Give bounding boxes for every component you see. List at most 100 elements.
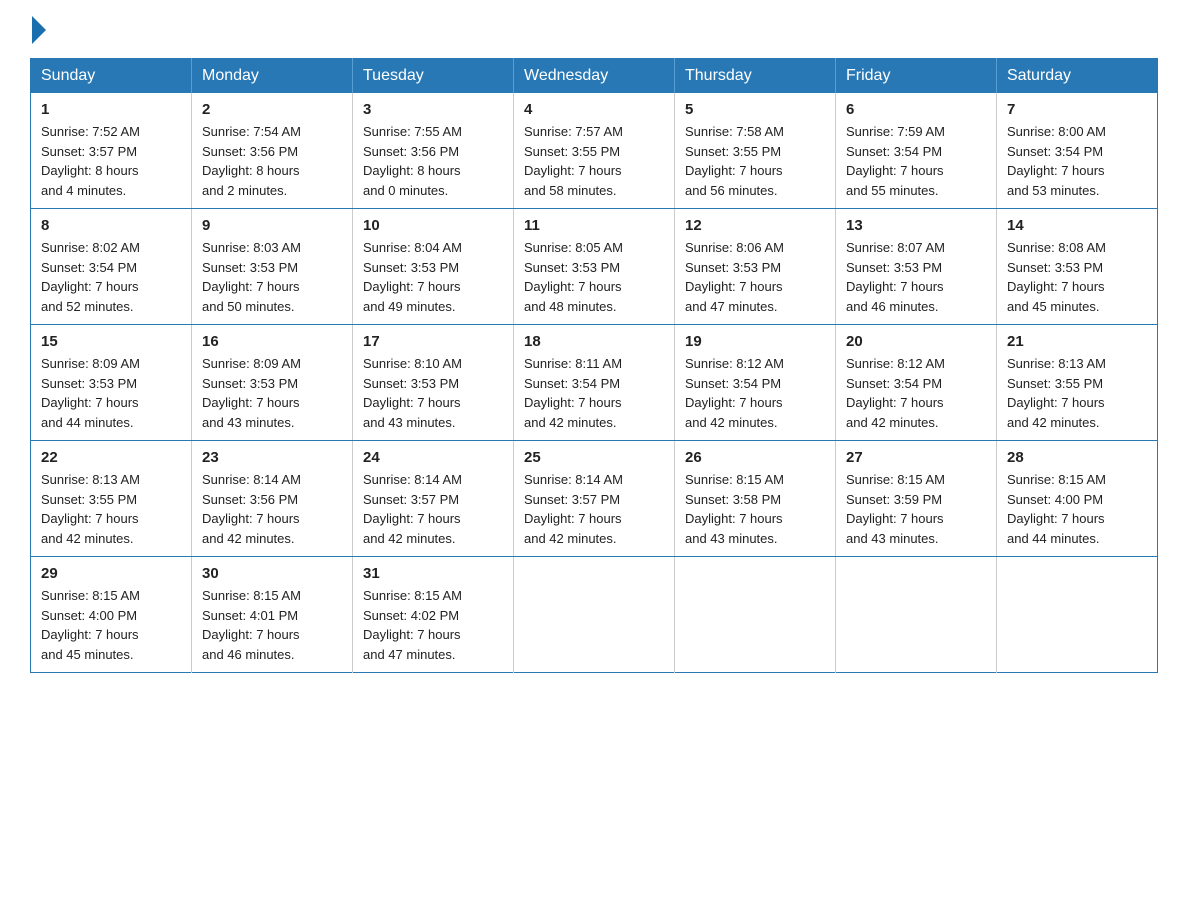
day-info: Sunrise: 8:08 AMSunset: 3:53 PMDaylight:…: [1007, 238, 1147, 316]
day-info: Sunrise: 7:59 AMSunset: 3:54 PMDaylight:…: [846, 122, 986, 200]
day-info: Sunrise: 8:12 AMSunset: 3:54 PMDaylight:…: [846, 354, 986, 432]
day-number: 30: [202, 565, 342, 582]
calendar-cell: 3 Sunrise: 7:55 AMSunset: 3:56 PMDayligh…: [353, 93, 514, 209]
day-number: 16: [202, 333, 342, 350]
calendar-cell: 2 Sunrise: 7:54 AMSunset: 3:56 PMDayligh…: [192, 93, 353, 209]
calendar-table: SundayMondayTuesdayWednesdayThursdayFrid…: [30, 58, 1158, 673]
calendar-cell: 30 Sunrise: 8:15 AMSunset: 4:01 PMDaylig…: [192, 557, 353, 673]
calendar-cell: [836, 557, 997, 673]
calendar-cell: 11 Sunrise: 8:05 AMSunset: 3:53 PMDaylig…: [514, 209, 675, 325]
calendar-cell: 28 Sunrise: 8:15 AMSunset: 4:00 PMDaylig…: [997, 441, 1158, 557]
day-info: Sunrise: 7:57 AMSunset: 3:55 PMDaylight:…: [524, 122, 664, 200]
calendar-cell: 24 Sunrise: 8:14 AMSunset: 3:57 PMDaylig…: [353, 441, 514, 557]
calendar-cell: 8 Sunrise: 8:02 AMSunset: 3:54 PMDayligh…: [31, 209, 192, 325]
day-number: 2: [202, 101, 342, 118]
day-info: Sunrise: 8:14 AMSunset: 3:57 PMDaylight:…: [363, 470, 503, 548]
calendar-cell: 9 Sunrise: 8:03 AMSunset: 3:53 PMDayligh…: [192, 209, 353, 325]
calendar-cell: 14 Sunrise: 8:08 AMSunset: 3:53 PMDaylig…: [997, 209, 1158, 325]
day-number: 15: [41, 333, 181, 350]
calendar-cell: 15 Sunrise: 8:09 AMSunset: 3:53 PMDaylig…: [31, 325, 192, 441]
calendar-cell: 25 Sunrise: 8:14 AMSunset: 3:57 PMDaylig…: [514, 441, 675, 557]
day-info: Sunrise: 8:03 AMSunset: 3:53 PMDaylight:…: [202, 238, 342, 316]
day-number: 5: [685, 101, 825, 118]
day-info: Sunrise: 8:12 AMSunset: 3:54 PMDaylight:…: [685, 354, 825, 432]
day-info: Sunrise: 8:00 AMSunset: 3:54 PMDaylight:…: [1007, 122, 1147, 200]
day-info: Sunrise: 8:07 AMSunset: 3:53 PMDaylight:…: [846, 238, 986, 316]
header-sunday: Sunday: [31, 59, 192, 94]
day-number: 19: [685, 333, 825, 350]
day-info: Sunrise: 8:14 AMSunset: 3:57 PMDaylight:…: [524, 470, 664, 548]
week-row-1: 1 Sunrise: 7:52 AMSunset: 3:57 PMDayligh…: [31, 93, 1158, 209]
day-number: 13: [846, 217, 986, 234]
page-header: [30, 20, 1158, 38]
day-number: 10: [363, 217, 503, 234]
day-number: 1: [41, 101, 181, 118]
day-info: Sunrise: 8:15 AMSunset: 4:00 PMDaylight:…: [1007, 470, 1147, 548]
calendar-cell: 29 Sunrise: 8:15 AMSunset: 4:00 PMDaylig…: [31, 557, 192, 673]
calendar-cell: 17 Sunrise: 8:10 AMSunset: 3:53 PMDaylig…: [353, 325, 514, 441]
calendar-cell: 16 Sunrise: 8:09 AMSunset: 3:53 PMDaylig…: [192, 325, 353, 441]
logo-arrow-icon: [32, 16, 46, 44]
calendar-cell: 22 Sunrise: 8:13 AMSunset: 3:55 PMDaylig…: [31, 441, 192, 557]
header-row: SundayMondayTuesdayWednesdayThursdayFrid…: [31, 59, 1158, 94]
week-row-5: 29 Sunrise: 8:15 AMSunset: 4:00 PMDaylig…: [31, 557, 1158, 673]
header-tuesday: Tuesday: [353, 59, 514, 94]
day-info: Sunrise: 8:11 AMSunset: 3:54 PMDaylight:…: [524, 354, 664, 432]
calendar-cell: 10 Sunrise: 8:04 AMSunset: 3:53 PMDaylig…: [353, 209, 514, 325]
day-number: 11: [524, 217, 664, 234]
day-info: Sunrise: 8:13 AMSunset: 3:55 PMDaylight:…: [1007, 354, 1147, 432]
calendar-cell: 13 Sunrise: 8:07 AMSunset: 3:53 PMDaylig…: [836, 209, 997, 325]
calendar-cell: 20 Sunrise: 8:12 AMSunset: 3:54 PMDaylig…: [836, 325, 997, 441]
day-number: 31: [363, 565, 503, 582]
calendar-cell: 6 Sunrise: 7:59 AMSunset: 3:54 PMDayligh…: [836, 93, 997, 209]
day-info: Sunrise: 8:05 AMSunset: 3:53 PMDaylight:…: [524, 238, 664, 316]
day-number: 4: [524, 101, 664, 118]
day-number: 18: [524, 333, 664, 350]
day-info: Sunrise: 8:15 AMSunset: 3:58 PMDaylight:…: [685, 470, 825, 548]
day-info: Sunrise: 8:09 AMSunset: 3:53 PMDaylight:…: [41, 354, 181, 432]
calendar-cell: 4 Sunrise: 7:57 AMSunset: 3:55 PMDayligh…: [514, 93, 675, 209]
week-row-2: 8 Sunrise: 8:02 AMSunset: 3:54 PMDayligh…: [31, 209, 1158, 325]
day-number: 3: [363, 101, 503, 118]
day-number: 25: [524, 449, 664, 466]
calendar-cell: [997, 557, 1158, 673]
calendar-cell: 23 Sunrise: 8:14 AMSunset: 3:56 PMDaylig…: [192, 441, 353, 557]
day-info: Sunrise: 7:52 AMSunset: 3:57 PMDaylight:…: [41, 122, 181, 200]
day-info: Sunrise: 8:06 AMSunset: 3:53 PMDaylight:…: [685, 238, 825, 316]
day-info: Sunrise: 8:14 AMSunset: 3:56 PMDaylight:…: [202, 470, 342, 548]
day-info: Sunrise: 8:15 AMSunset: 4:01 PMDaylight:…: [202, 586, 342, 664]
day-info: Sunrise: 8:13 AMSunset: 3:55 PMDaylight:…: [41, 470, 181, 548]
day-number: 27: [846, 449, 986, 466]
day-number: 23: [202, 449, 342, 466]
day-number: 29: [41, 565, 181, 582]
day-number: 24: [363, 449, 503, 466]
header-wednesday: Wednesday: [514, 59, 675, 94]
day-number: 17: [363, 333, 503, 350]
calendar-cell: [514, 557, 675, 673]
day-info: Sunrise: 8:15 AMSunset: 3:59 PMDaylight:…: [846, 470, 986, 548]
day-info: Sunrise: 8:10 AMSunset: 3:53 PMDaylight:…: [363, 354, 503, 432]
header-thursday: Thursday: [675, 59, 836, 94]
day-number: 21: [1007, 333, 1147, 350]
day-number: 28: [1007, 449, 1147, 466]
calendar-cell: 31 Sunrise: 8:15 AMSunset: 4:02 PMDaylig…: [353, 557, 514, 673]
calendar-cell: 7 Sunrise: 8:00 AMSunset: 3:54 PMDayligh…: [997, 93, 1158, 209]
day-number: 26: [685, 449, 825, 466]
day-number: 14: [1007, 217, 1147, 234]
day-number: 7: [1007, 101, 1147, 118]
week-row-4: 22 Sunrise: 8:13 AMSunset: 3:55 PMDaylig…: [31, 441, 1158, 557]
day-info: Sunrise: 8:04 AMSunset: 3:53 PMDaylight:…: [363, 238, 503, 316]
day-number: 6: [846, 101, 986, 118]
day-number: 20: [846, 333, 986, 350]
calendar-cell: 19 Sunrise: 8:12 AMSunset: 3:54 PMDaylig…: [675, 325, 836, 441]
header-saturday: Saturday: [997, 59, 1158, 94]
calendar-cell: 1 Sunrise: 7:52 AMSunset: 3:57 PMDayligh…: [31, 93, 192, 209]
day-number: 9: [202, 217, 342, 234]
day-info: Sunrise: 7:55 AMSunset: 3:56 PMDaylight:…: [363, 122, 503, 200]
day-info: Sunrise: 8:15 AMSunset: 4:02 PMDaylight:…: [363, 586, 503, 664]
calendar-cell: 26 Sunrise: 8:15 AMSunset: 3:58 PMDaylig…: [675, 441, 836, 557]
day-number: 22: [41, 449, 181, 466]
calendar-cell: 5 Sunrise: 7:58 AMSunset: 3:55 PMDayligh…: [675, 93, 836, 209]
day-number: 12: [685, 217, 825, 234]
day-info: Sunrise: 7:54 AMSunset: 3:56 PMDaylight:…: [202, 122, 342, 200]
